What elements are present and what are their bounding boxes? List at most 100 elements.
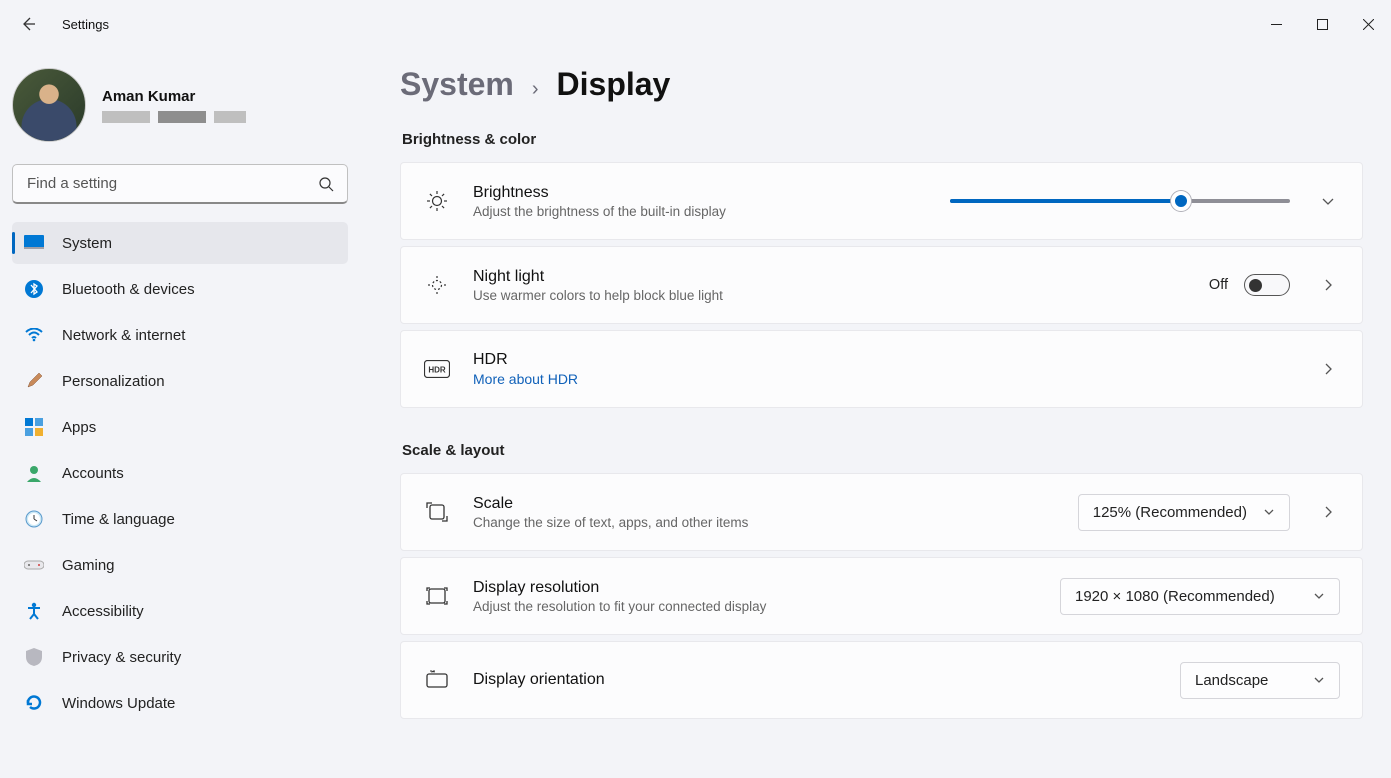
card-brightness: Brightness Adjust the brightness of the … [400, 162, 1363, 240]
scale-sub: Change the size of text, apps, and other… [473, 515, 748, 530]
chevron-down-icon [1263, 506, 1275, 518]
nav-item-privacy[interactable]: Privacy & security [12, 636, 348, 678]
chevron-down-icon [1313, 590, 1325, 602]
nav-label: Time & language [62, 511, 175, 528]
maximize-button[interactable] [1299, 8, 1345, 40]
nav-item-bluetooth[interactable]: Bluetooth & devices [12, 268, 348, 310]
breadcrumb-current: Display [557, 66, 671, 103]
orientation-title: Display orientation [473, 671, 605, 689]
nav-label: Personalization [62, 373, 165, 390]
resolution-value: 1920 × 1080 (Recommended) [1075, 588, 1275, 605]
close-button[interactable] [1345, 8, 1391, 40]
content: System › Display Brightness & color Brig… [360, 48, 1391, 778]
accessibility-icon [24, 601, 44, 621]
chevron-right-icon [1321, 278, 1335, 292]
open-nightlight[interactable] [1316, 273, 1340, 297]
orientation-value: Landscape [1195, 672, 1268, 689]
open-hdr[interactable] [1316, 357, 1340, 381]
chevron-right-icon [1321, 362, 1335, 376]
nav-label: Privacy & security [62, 649, 181, 666]
profile-email-redacted [102, 111, 246, 123]
brightness-slider[interactable] [950, 199, 1290, 203]
hdr-icon: HDR [423, 355, 451, 383]
nightlight-sub: Use warmer colors to help block blue lig… [473, 288, 723, 303]
nav-label: System [62, 235, 112, 252]
sun-icon [423, 187, 451, 215]
nav-label: Accounts [62, 465, 124, 482]
open-scale[interactable] [1316, 500, 1340, 524]
back-button[interactable] [14, 10, 42, 38]
window-controls [1253, 8, 1391, 40]
svg-text:HDR: HDR [428, 366, 446, 375]
nav-item-network[interactable]: Network & internet [12, 314, 348, 356]
resolution-icon [423, 582, 451, 610]
card-nightlight[interactable]: Night light Use warmer colors to help bl… [400, 246, 1363, 324]
orientation-dropdown[interactable]: Landscape [1180, 662, 1340, 699]
nav-label: Windows Update [62, 695, 175, 712]
breadcrumb: System › Display [400, 66, 1363, 103]
bluetooth-icon [24, 279, 44, 299]
card-resolution: Display resolution Adjust the resolution… [400, 557, 1363, 635]
resolution-dropdown[interactable]: 1920 × 1080 (Recommended) [1060, 578, 1340, 615]
profile-block[interactable]: Aman Kumar [12, 62, 348, 164]
card-hdr[interactable]: HDR HDR More about HDR [400, 330, 1363, 408]
chevron-right-icon: › [532, 78, 539, 101]
person-icon [24, 463, 44, 483]
scale-title: Scale [473, 495, 748, 513]
scale-dropdown[interactable]: 125% (Recommended) [1078, 494, 1290, 531]
avatar [12, 68, 86, 142]
nav-item-personalization[interactable]: Personalization [12, 360, 348, 402]
hdr-link[interactable]: More about HDR [473, 371, 578, 387]
minimize-button[interactable] [1253, 8, 1299, 40]
orientation-icon [423, 666, 451, 694]
nav-item-update[interactable]: Windows Update [12, 682, 348, 724]
nav-label: Apps [62, 419, 96, 436]
shield-icon [24, 647, 44, 667]
minimize-icon [1271, 19, 1282, 30]
chevron-right-icon [1321, 505, 1335, 519]
nav-item-apps[interactable]: Apps [12, 406, 348, 448]
nav-label: Accessibility [62, 603, 144, 620]
card-scale[interactable]: Scale Change the size of text, apps, and… [400, 473, 1363, 551]
nav-item-accounts[interactable]: Accounts [12, 452, 348, 494]
search-input[interactable] [12, 164, 348, 204]
nightlight-state: Off [1209, 277, 1228, 293]
nightlight-title: Night light [473, 268, 723, 286]
chevron-down-icon [1313, 674, 1325, 686]
nav-item-gaming[interactable]: Gaming [12, 544, 348, 586]
search-wrap [12, 164, 348, 204]
breadcrumb-parent[interactable]: System [400, 66, 514, 103]
card-orientation: Display orientation Landscape [400, 641, 1363, 719]
system-icon [24, 233, 44, 253]
nav: System Bluetooth & devices Network & int… [12, 222, 348, 724]
arrow-left-icon [20, 16, 36, 32]
chevron-down-icon [1321, 194, 1335, 208]
nav-label: Gaming [62, 557, 115, 574]
maximize-icon [1317, 19, 1328, 30]
nav-label: Bluetooth & devices [62, 281, 195, 298]
scale-value: 125% (Recommended) [1093, 504, 1247, 521]
apps-icon [24, 417, 44, 437]
title-bar: Settings [0, 0, 1391, 48]
search-icon [318, 176, 334, 192]
resolution-title: Display resolution [473, 579, 766, 597]
clock-icon [24, 509, 44, 529]
section-title-scale: Scale & layout [402, 442, 1363, 459]
brightness-sub: Adjust the brightness of the built-in di… [473, 204, 726, 219]
nav-item-system[interactable]: System [12, 222, 348, 264]
window-title: Settings [62, 17, 109, 32]
nav-label: Network & internet [62, 327, 185, 344]
brightness-title: Brightness [473, 184, 726, 202]
wifi-icon [24, 325, 44, 345]
nav-item-time[interactable]: Time & language [12, 498, 348, 540]
nightlight-toggle[interactable] [1244, 274, 1290, 296]
scale-icon [423, 498, 451, 526]
close-icon [1363, 19, 1374, 30]
hdr-title: HDR [473, 351, 578, 369]
update-icon [24, 693, 44, 713]
sidebar: Aman Kumar System Bluetooth & devices Ne… [0, 48, 360, 778]
nav-item-accessibility[interactable]: Accessibility [12, 590, 348, 632]
expand-brightness[interactable] [1316, 189, 1340, 213]
section-title-brightness: Brightness & color [402, 131, 1363, 148]
gamepad-icon [24, 555, 44, 575]
